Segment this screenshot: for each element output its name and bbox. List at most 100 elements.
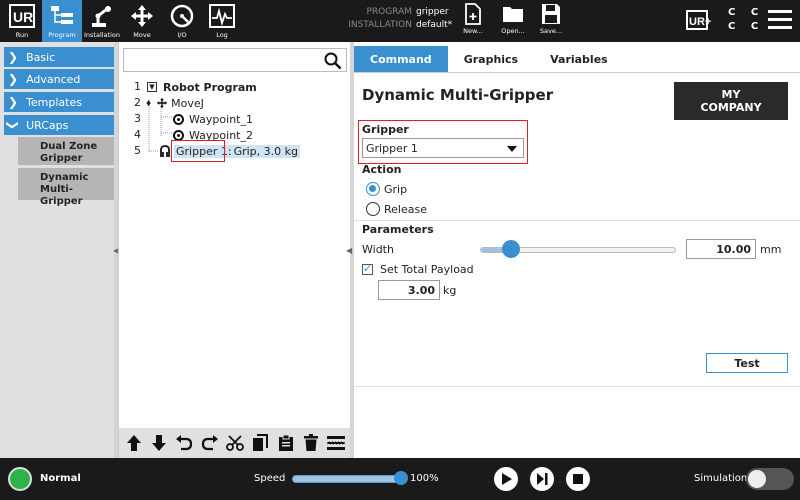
nav-program-button[interactable]: Program bbox=[42, 0, 82, 42]
stop-button[interactable] bbox=[566, 467, 590, 491]
arrow-down-icon bbox=[151, 435, 166, 451]
nav-installation-button[interactable]: Installation bbox=[82, 0, 122, 42]
waypoint-1-label: Waypoint_1 bbox=[189, 112, 253, 126]
nav-io-label: I/O bbox=[177, 31, 187, 39]
accordion-urcaps[interactable]: ❯ URCaps bbox=[4, 115, 116, 135]
chevron-down-icon: ❯ bbox=[6, 119, 21, 131]
play-button[interactable] bbox=[494, 467, 518, 491]
suppress-button[interactable] bbox=[325, 432, 347, 454]
release-radio[interactable] bbox=[366, 202, 380, 216]
logo-line-1: MY bbox=[721, 88, 741, 101]
nav-io-button[interactable]: I/O bbox=[162, 0, 202, 42]
tab-graphics[interactable]: Graphics bbox=[448, 46, 534, 72]
grip-radio-label: Grip bbox=[384, 182, 408, 196]
installation-name: default* bbox=[416, 20, 453, 30]
hamburger-menu-icon[interactable] bbox=[768, 10, 792, 30]
undo-button[interactable] bbox=[173, 432, 195, 454]
arrow-up-icon bbox=[126, 435, 141, 451]
new-file-icon bbox=[465, 3, 481, 25]
accordion-advanced[interactable]: ❯ Advanced bbox=[4, 69, 116, 89]
width-label: Width bbox=[362, 243, 394, 256]
tab-command[interactable]: Command bbox=[354, 46, 448, 72]
collapse-right-arrow-icon[interactable]: ◀ bbox=[346, 246, 352, 255]
nav-run-button[interactable]: UR Run bbox=[2, 0, 42, 42]
tab-divider bbox=[354, 72, 800, 73]
tree-node-waypoint-1[interactable]: Waypoint_1 bbox=[173, 111, 253, 127]
new-file-button[interactable]: New... bbox=[455, 3, 491, 41]
line-number: 3 bbox=[134, 112, 141, 125]
accordion-basic-label: Basic bbox=[26, 50, 56, 64]
open-folder-icon bbox=[503, 7, 523, 22]
speed-label: Speed bbox=[254, 473, 286, 484]
width-unit: mm bbox=[760, 243, 782, 256]
simulation-toggle[interactable] bbox=[746, 468, 794, 490]
gripper-node-detail: Grip, 3.0 kg bbox=[233, 144, 300, 158]
tree-search-box bbox=[123, 48, 347, 72]
search-icon[interactable] bbox=[324, 52, 342, 70]
copy-button[interactable] bbox=[249, 432, 271, 454]
save-file-button[interactable]: Save... bbox=[533, 3, 569, 41]
payload-input[interactable]: 3.00 bbox=[378, 280, 440, 300]
svg-text:UR: UR bbox=[13, 9, 33, 25]
program-tree-icon bbox=[48, 3, 76, 29]
grip-radio[interactable] bbox=[366, 182, 380, 196]
cut-button[interactable] bbox=[224, 432, 246, 454]
play-icon bbox=[502, 473, 512, 485]
open-file-button[interactable]: Open... bbox=[495, 3, 531, 41]
robot-arm-icon bbox=[88, 3, 116, 29]
program-info: PROGRAM gripper INSTALLATION default* bbox=[340, 6, 452, 32]
cc-indicator: C C C C bbox=[728, 6, 764, 34]
cc-line-1: C C bbox=[728, 7, 765, 18]
installation-key: INSTALLATION bbox=[348, 20, 412, 30]
speed-slider-handle[interactable] bbox=[394, 471, 408, 485]
step-button[interactable] bbox=[530, 467, 554, 491]
collapse-toggle-icon[interactable]: ▼ bbox=[147, 82, 157, 92]
urplus-button[interactable]: UR+ bbox=[686, 10, 714, 33]
urcap-dual-zone-gripper[interactable]: Dual Zone Gripper bbox=[18, 137, 116, 165]
release-radio-option[interactable]: Release bbox=[366, 202, 427, 216]
move-arrows-icon bbox=[157, 97, 168, 109]
logo-line-2: COMPANY bbox=[700, 101, 762, 114]
set-payload-checkbox[interactable] bbox=[362, 262, 373, 275]
paste-button[interactable] bbox=[275, 432, 297, 454]
move-up-button[interactable] bbox=[123, 432, 145, 454]
detail-tabs: Command Graphics Variables bbox=[354, 46, 624, 72]
log-chart-icon bbox=[208, 3, 236, 29]
accordion-templates-label: Templates bbox=[26, 95, 82, 109]
parameters-divider bbox=[354, 220, 800, 221]
tree-search-input[interactable] bbox=[124, 49, 314, 71]
speed-slider-track[interactable] bbox=[292, 475, 402, 483]
bottom-divider bbox=[354, 386, 800, 387]
step-icon bbox=[537, 473, 548, 485]
scissors-icon bbox=[226, 435, 244, 451]
tab-variables[interactable]: Variables bbox=[534, 46, 624, 72]
tree-node-movej[interactable]: ♦ MoveJ bbox=[145, 95, 204, 111]
line-number: 1 bbox=[134, 80, 141, 93]
redo-icon bbox=[201, 435, 218, 451]
urcap-dynamic-multi-gripper[interactable]: Dynamic Multi-Gripper bbox=[18, 168, 116, 207]
accordion-templates[interactable]: ❯ Templates bbox=[4, 92, 116, 112]
undo-icon bbox=[176, 435, 193, 451]
grip-radio-option[interactable]: Grip bbox=[366, 182, 407, 196]
test-button[interactable]: Test bbox=[706, 353, 788, 373]
nav-log-button[interactable]: Log bbox=[202, 0, 242, 42]
robot-status-indicator[interactable] bbox=[8, 467, 32, 491]
delete-button[interactable] bbox=[300, 432, 322, 454]
highlight-box-node bbox=[171, 140, 225, 162]
redo-button[interactable] bbox=[199, 432, 221, 454]
copy-icon bbox=[253, 434, 269, 451]
width-input[interactable]: 10.00 bbox=[686, 239, 756, 259]
nav-move-button[interactable]: Move bbox=[122, 0, 162, 42]
waypoint-icon bbox=[173, 129, 184, 141]
width-slider-handle[interactable] bbox=[502, 240, 521, 258]
gripper-select[interactable]: Gripper 1 bbox=[362, 138, 524, 158]
nav-run-label: Run bbox=[15, 31, 29, 39]
urcap-title: Dynamic Multi-Gripper bbox=[362, 86, 554, 104]
accordion-basic[interactable]: ❯ Basic bbox=[4, 47, 116, 67]
expanded-node-icon: ♦ bbox=[145, 98, 153, 108]
urplus-icon: UR+ bbox=[686, 10, 711, 30]
action-section-label: Action bbox=[362, 163, 402, 176]
tree-root-label: Robot Program bbox=[163, 80, 257, 94]
move-down-button[interactable] bbox=[148, 432, 170, 454]
nav-installation-label: Installation bbox=[83, 31, 120, 39]
